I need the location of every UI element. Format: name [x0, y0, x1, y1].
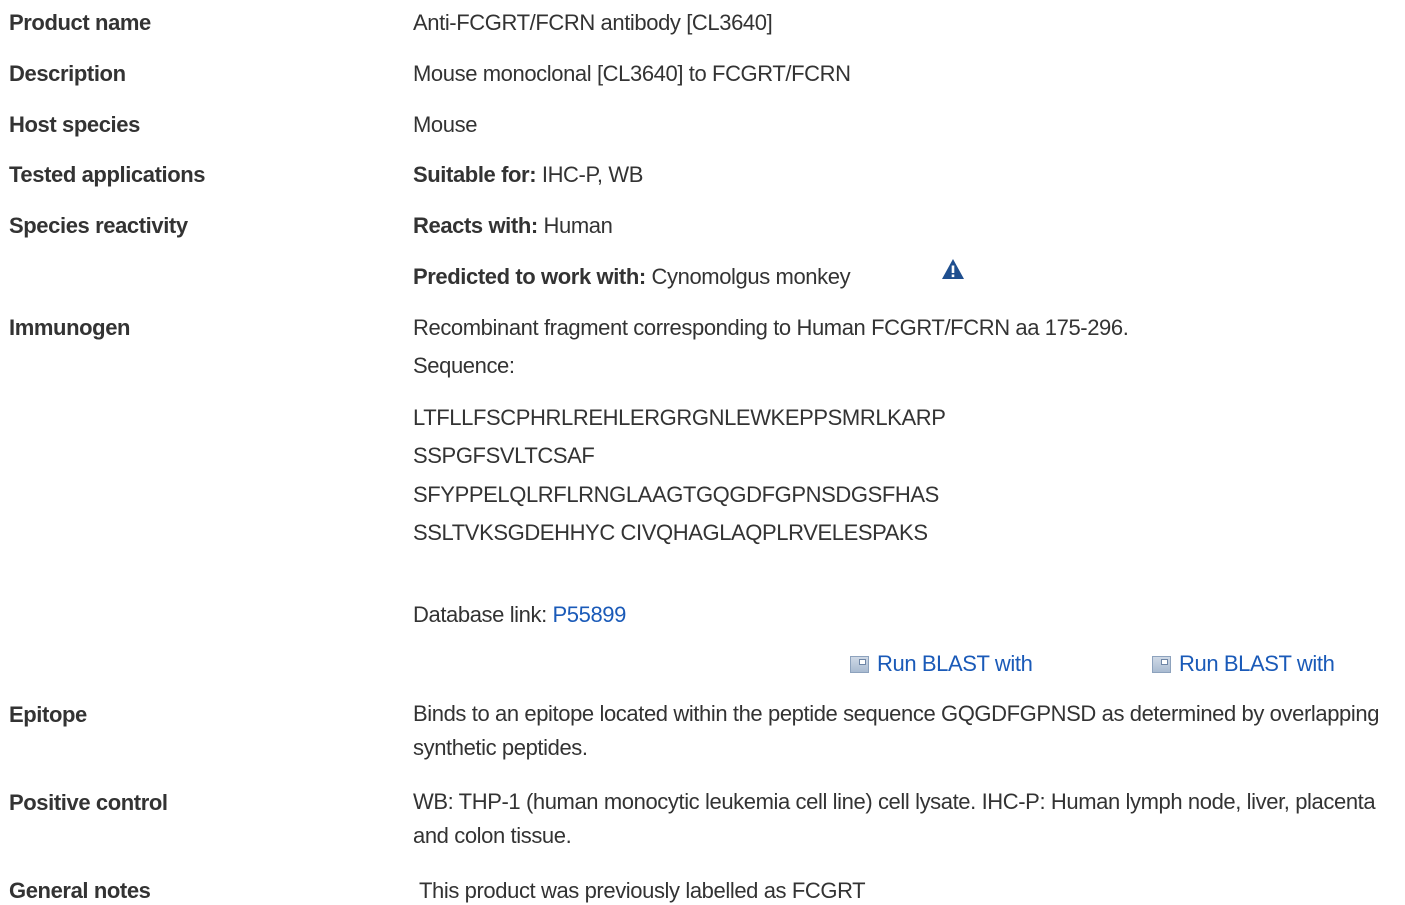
run-blast-link[interactable]: Run BLAST with: [877, 651, 1033, 677]
suitable-for-value: IHC-P, WB: [536, 162, 644, 187]
value-predicted-to-work-with: Predicted to work with: Cynomolgus monke…: [413, 264, 851, 290]
sequence-line: SSLTVKSGDEHHYC CIVQHAGLAQPLRVELESPAKS: [413, 520, 928, 545]
value-positive-control: WB: THP-1 (human monocytic leukemia cell…: [413, 789, 1376, 848]
reacts-with-prefix: Reacts with:: [413, 213, 538, 238]
value-description: Mouse monoclonal [CL3640] to FCGRT/FCRN: [413, 61, 851, 86]
database-link-row: Database link: P55899: [413, 602, 626, 628]
predicted-prefix: Predicted to work with:: [413, 264, 646, 289]
sequence-line: LTFLLFSCPHRLREHLERGRGNLEWKEPPSMRLKARP: [413, 405, 946, 430]
reacts-with-value: Human: [537, 213, 613, 238]
label-product-name: Product name: [9, 10, 151, 35]
database-link[interactable]: P55899: [553, 602, 627, 627]
label-host-species: Host species: [9, 112, 140, 137]
label-immunogen: Immunogen: [9, 315, 131, 340]
label-general-notes: General notes: [9, 878, 151, 903]
run-blast-link[interactable]: Run BLAST with: [1179, 651, 1335, 677]
value-general-notes: This product was previously labelled as …: [419, 878, 866, 903]
label-tested-applications: Tested applications: [9, 162, 206, 187]
sequence-line: SSPGFSVLTCSAF: [413, 443, 595, 468]
label-positive-control: Positive control: [9, 790, 168, 815]
external-link-icon: [850, 655, 869, 673]
value-reacts-with: Reacts with: Human: [413, 213, 613, 239]
label-description: Description: [9, 61, 126, 86]
value-host-species: Mouse: [413, 112, 478, 137]
immunogen-text: Recombinant fragment corresponding to Hu…: [413, 315, 1129, 340]
value-tested-applications: Suitable for: IHC-P, WB: [413, 162, 643, 188]
warning-triangle-icon[interactable]: [941, 258, 965, 280]
value-product-name: Anti-FCGRT/FCRN antibody [CL3640]: [413, 10, 773, 35]
sequence-label: Sequence:: [413, 353, 515, 378]
external-link-icon: [1152, 655, 1171, 673]
value-epitope: Binds to an epitope located within the p…: [413, 701, 1380, 760]
label-species-reactivity: Species reactivity: [9, 213, 188, 238]
run-blast-button[interactable]: Run BLAST with: [1152, 651, 1335, 677]
sequence-line: SFYPPELQLRFLRNGLAAGTGQGDFGPNSDGSFHAS: [413, 482, 939, 507]
run-blast-button[interactable]: Run BLAST with: [850, 651, 1033, 677]
predicted-value: Cynomolgus monkey: [645, 264, 851, 289]
suitable-for-prefix: Suitable for:: [413, 162, 537, 187]
label-epitope: Epitope: [9, 702, 87, 727]
database-link-label: Database link:: [413, 602, 553, 627]
